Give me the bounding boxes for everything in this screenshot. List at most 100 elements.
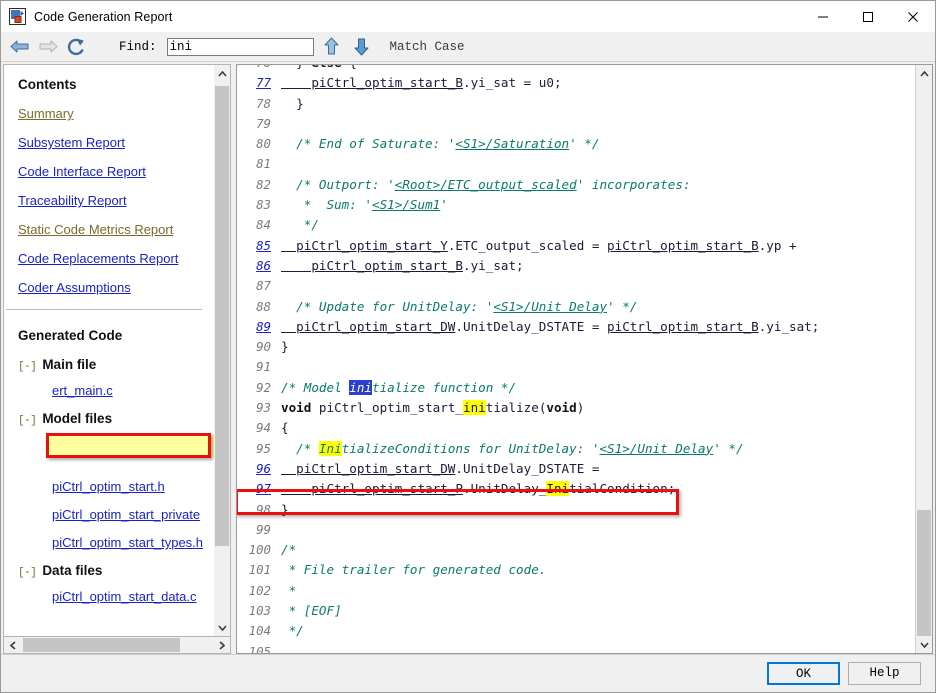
- code-link[interactable]: <S1>/Saturation: [455, 136, 569, 151]
- code-token: */: [281, 623, 304, 638]
- code-line: 98}: [237, 500, 915, 520]
- line-number: 79: [237, 114, 281, 134]
- sidebar-scroll-track[interactable]: [214, 82, 230, 619]
- code-link[interactable]: <Root>/ETC_output_scaled: [395, 177, 577, 192]
- code-token: void: [546, 400, 576, 415]
- line-number: 98: [237, 500, 281, 520]
- code-link[interactable]: piCtrl_optim_start_DW: [281, 461, 455, 476]
- code-token: ' */: [713, 441, 743, 456]
- sidebar-link-subsystem-report[interactable]: Subsystem Report: [18, 135, 214, 150]
- sidebar-scroll-thumb[interactable]: [215, 86, 229, 546]
- line-number: 84: [237, 215, 281, 235]
- chevron-up-icon[interactable]: [916, 65, 932, 82]
- help-button[interactable]: Help: [848, 662, 921, 685]
- forward-arrow-icon: [35, 35, 61, 59]
- code-token: .UnitDelay_: [463, 481, 546, 496]
- code-token: * Sum: ': [281, 197, 372, 212]
- code-token: tialize function */: [372, 380, 516, 395]
- code-line: 94{: [237, 418, 915, 438]
- sidebar-link-code-interface-report[interactable]: Code Interface Report: [18, 164, 214, 179]
- collapse-toggle-icon[interactable]: [-]: [18, 567, 36, 579]
- sidebar-horizontal-scrollbar[interactable]: [3, 637, 231, 654]
- sidebar-hscroll-thumb[interactable]: [23, 638, 180, 652]
- code-link[interactable]: piCtrl_optim_start_P: [281, 481, 463, 496]
- search-input[interactable]: [167, 38, 314, 56]
- chevron-left-icon[interactable]: [4, 637, 21, 653]
- arrow-up-icon[interactable]: [320, 35, 344, 59]
- code-line: 93void piCtrl_optim_start_initialize(voi…: [237, 398, 915, 418]
- sidebar-link-static-code-metrics-report[interactable]: Static Code Metrics Report: [18, 222, 214, 237]
- chevron-right-icon[interactable]: [213, 637, 230, 653]
- code-link[interactable]: piCtrl_optim_start_B: [281, 258, 463, 273]
- line-number[interactable]: 89: [237, 317, 281, 337]
- code-scroll-track[interactable]: [916, 82, 932, 636]
- code-link[interactable]: piCtrl_optim_start_B: [607, 319, 759, 334]
- sidebar-link-traceability-report[interactable]: Traceability Report: [18, 193, 214, 208]
- close-button[interactable]: [890, 1, 935, 32]
- sidebar-group-main-file[interactable]: [-]Main file: [18, 357, 214, 373]
- code-line: 101 * File trailer for generated code.: [237, 560, 915, 580]
- line-number: 105: [237, 642, 281, 653]
- line-number: 83: [237, 195, 281, 215]
- sidebar-file-pictrl-optim-start-data-c[interactable]: piCtrl_optim_start_data.c: [52, 589, 214, 604]
- sidebar-file-pictrl-optim-start-private[interactable]: piCtrl_optim_start_private: [52, 507, 214, 522]
- code-token: */: [281, 217, 319, 232]
- line-number: 100: [237, 540, 281, 560]
- code-line: 103 * [EOF]: [237, 601, 915, 621]
- sidebar-group-data-files[interactable]: [-]Data files: [18, 563, 214, 579]
- sidebar-vertical-scrollbar[interactable]: [214, 64, 231, 637]
- search-match: ini: [463, 400, 486, 415]
- code-link[interactable]: piCtrl_optim_start_DW: [281, 319, 455, 334]
- sidebar-group-model-files[interactable]: [-]Model files: [18, 411, 214, 427]
- line-number[interactable]: 85: [237, 236, 281, 256]
- sidebar-content: Contents Summary Subsystem Report Code Inte…: [3, 64, 214, 637]
- code-line: 91: [237, 357, 915, 377]
- code-link[interactable]: <S1>/Sum1: [372, 197, 440, 212]
- code-token: piCtrl_optim_start_: [311, 400, 463, 415]
- code-generation-report-window: Code Generation Report: [0, 0, 936, 693]
- line-number: 90: [237, 337, 281, 357]
- chevron-up-icon[interactable]: [214, 65, 230, 82]
- chevron-down-icon[interactable]: [214, 619, 230, 636]
- maximize-button[interactable]: [845, 1, 890, 32]
- sidebar-file-pictrl-optim-start-types-h[interactable]: piCtrl_optim_start_types.h: [52, 535, 214, 550]
- code-link[interactable]: piCtrl_optim_start_Y: [281, 238, 448, 253]
- line-number: 87: [237, 276, 281, 296]
- code-scroll-thumb[interactable]: [917, 510, 931, 636]
- code-link[interactable]: <S1>/Unit Delay: [493, 299, 607, 314]
- code-token: * File trailer for generated code.: [281, 562, 546, 577]
- line-number[interactable]: 77: [237, 73, 281, 93]
- refresh-icon[interactable]: [63, 35, 89, 59]
- code-token: ' */: [607, 299, 637, 314]
- ok-button[interactable]: OK: [767, 662, 840, 685]
- code-vertical-scrollbar[interactable]: [915, 65, 932, 653]
- sidebar-file-ert-main-c[interactable]: ert_main.c: [52, 383, 214, 398]
- code-token: * [EOF]: [281, 603, 342, 618]
- match-case-label[interactable]: Match Case: [390, 40, 465, 54]
- code-token: void: [281, 400, 311, 415]
- code-link[interactable]: piCtrl_optim_start_B: [281, 75, 463, 90]
- arrow-down-icon[interactable]: [350, 35, 374, 59]
- line-number[interactable]: 96: [237, 459, 281, 479]
- sidebar-hscroll-track[interactable]: [21, 637, 213, 653]
- line-number[interactable]: 97: [237, 479, 281, 499]
- chevron-down-icon[interactable]: [916, 636, 932, 653]
- line-number: 99: [237, 520, 281, 540]
- sidebar-link-summary[interactable]: Summary: [18, 106, 214, 121]
- collapse-toggle-icon[interactable]: [-]: [18, 415, 36, 427]
- contents-heading: Contents: [18, 77, 214, 92]
- line-number[interactable]: 86: [237, 256, 281, 276]
- minimize-button[interactable]: [800, 1, 845, 32]
- code-line: 100/*: [237, 540, 915, 560]
- code-token: /* Outport: ': [281, 177, 395, 192]
- code-link[interactable]: piCtrl_optim_start_B: [607, 238, 759, 253]
- sidebar-link-code-replacements-report[interactable]: Code Replacements Report: [18, 251, 214, 266]
- code-line: 84 */: [237, 215, 915, 235]
- code-line: 83 * Sum: '<S1>/Sum1': [237, 195, 915, 215]
- collapse-toggle-icon[interactable]: [-]: [18, 361, 36, 373]
- sidebar-file-pictrl-optim-start-h[interactable]: piCtrl_optim_start.h: [52, 479, 214, 494]
- code-text-area[interactable]: 76 } else {77 piCtrl_optim_start_B.yi_sa…: [237, 65, 915, 653]
- sidebar-link-coder-assumptions[interactable]: Coder Assumptions: [18, 280, 214, 295]
- code-link[interactable]: <S1>/Unit Delay: [599, 441, 713, 456]
- back-arrow-icon[interactable]: [7, 35, 33, 59]
